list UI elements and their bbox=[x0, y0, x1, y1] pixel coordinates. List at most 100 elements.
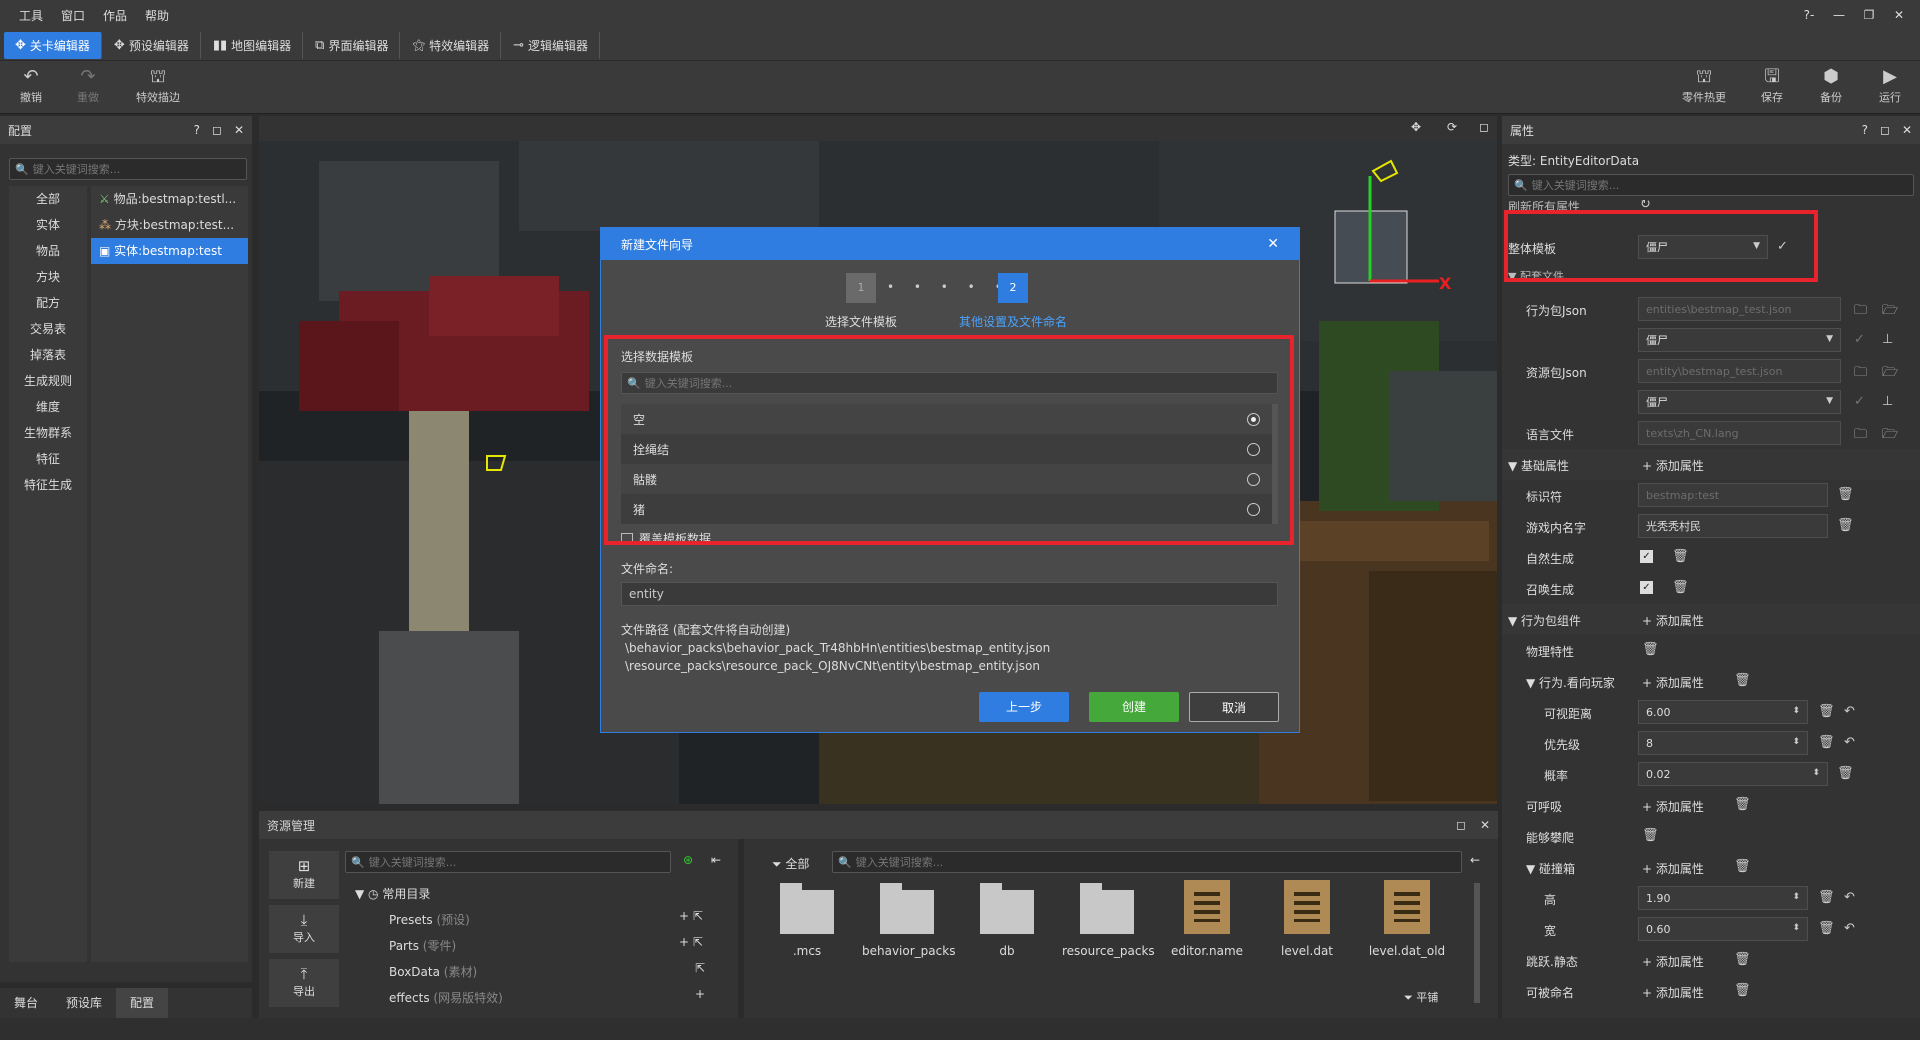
file-item[interactable]: editor.name bbox=[1162, 880, 1252, 958]
create-button[interactable]: 创建 bbox=[1089, 692, 1179, 722]
trash-icon[interactable]: 🗑 bbox=[1818, 704, 1835, 719]
close-icon[interactable]: ✕ bbox=[234, 123, 244, 137]
collapse-icon[interactable]: ⇤ bbox=[711, 853, 721, 867]
help-icon[interactable]: ? bbox=[1862, 123, 1868, 137]
folder-icon[interactable]: 🗀 bbox=[1854, 425, 1867, 447]
trash-icon[interactable]: 🗑 bbox=[1734, 952, 1751, 967]
rotate-icon[interactable]: ⟳ bbox=[1447, 120, 1457, 134]
width-input[interactable]: 0.60 ⬍ bbox=[1638, 917, 1808, 941]
locate-icon[interactable]: ⊛ bbox=[683, 853, 693, 867]
check-circle-icon[interactable]: ✓ bbox=[1854, 394, 1865, 409]
category-recipe[interactable]: 配方 bbox=[9, 290, 87, 316]
category-loot[interactable]: 掉落表 bbox=[9, 342, 87, 368]
resource-template-select[interactable]: 僵尸 ▼ bbox=[1638, 390, 1841, 414]
file-item[interactable]: resource_packs bbox=[1062, 883, 1155, 958]
category-trade[interactable]: 交易表 bbox=[9, 316, 87, 342]
category-spawn-rules[interactable]: 生成规则 bbox=[9, 368, 87, 394]
reset-icon[interactable]: ↶ bbox=[1844, 921, 1855, 936]
new-resource-button[interactable]: ⊞ 新建 bbox=[269, 851, 339, 899]
tab-preset-editor[interactable]: ✥ 预设编辑器 bbox=[103, 31, 201, 59]
reset-icon[interactable]: ↶ bbox=[1844, 704, 1855, 719]
backup-button[interactable]: ⬢ 备份 bbox=[1816, 65, 1846, 105]
redo-button[interactable]: ↷ 重做 bbox=[73, 65, 103, 105]
files-search-input[interactable]: 🔍 键入关键词搜索... bbox=[832, 851, 1462, 873]
float-icon[interactable]: ◻ bbox=[1456, 818, 1466, 832]
common-dir-node[interactable]: ▼ ◷ 常用目录 bbox=[355, 885, 430, 902]
folder-icon[interactable]: 🗀 bbox=[1854, 301, 1867, 323]
add-icon[interactable]: + ⇱ bbox=[679, 935, 703, 949]
trash-icon[interactable]: 🗑 bbox=[1642, 642, 1659, 657]
file-item[interactable]: level.dat_old bbox=[1362, 880, 1452, 958]
category-item[interactable]: 物品 bbox=[9, 238, 87, 264]
add-property-button[interactable]: + 添加属性 bbox=[1642, 612, 1704, 629]
save-button[interactable]: 🖫 保存 bbox=[1757, 65, 1787, 105]
tab-map-editor[interactable]: ▮▮ 地图编辑器 bbox=[202, 31, 304, 59]
add-icon[interactable]: + ⇱ bbox=[679, 909, 703, 923]
open-folder-icon[interactable]: 🗁 bbox=[1882, 425, 1898, 447]
config-search-input[interactable]: 🔍 键入关键词搜索... bbox=[9, 158, 247, 180]
priority-input[interactable]: 8 ⬍ bbox=[1638, 731, 1808, 755]
tree-item-effects[interactable]: effects (网易版特效) bbox=[389, 989, 503, 1006]
properties-search-input[interactable]: 🔍 键入关键词搜索... bbox=[1508, 174, 1914, 196]
trash-icon[interactable]: 🗑 bbox=[1837, 766, 1854, 781]
trash-icon[interactable]: 🗑 bbox=[1672, 549, 1689, 564]
filename-input[interactable]: entity bbox=[621, 582, 1278, 606]
trash-icon[interactable]: 🗑 bbox=[1734, 673, 1751, 688]
minimize-icon[interactable]: — bbox=[1824, 8, 1854, 22]
tab-logic-editor[interactable]: ⊸ 逻辑编辑器 bbox=[502, 31, 601, 59]
file-item[interactable]: level.dat bbox=[1262, 880, 1352, 958]
list-item[interactable]: ⚔ 物品:bestmap:testl... bbox=[91, 186, 248, 212]
close-icon[interactable]: ✕ bbox=[1902, 123, 1912, 137]
tab-preset-library[interactable]: 预设库 bbox=[52, 988, 116, 1018]
folder-icon[interactable]: 🗀 bbox=[1854, 363, 1867, 385]
check-circle-icon[interactable]: ✓ bbox=[1854, 332, 1865, 347]
help-icon[interactable]: ?- bbox=[1794, 8, 1824, 22]
category-all[interactable]: 全部 bbox=[9, 186, 87, 212]
category-feature[interactable]: 特征 bbox=[9, 446, 87, 472]
lang-file-path[interactable]: texts\zh_CN.lang bbox=[1638, 421, 1841, 445]
summon-spawn-checkbox[interactable]: ✓ bbox=[1640, 581, 1653, 594]
trash-icon[interactable]: 🗑 bbox=[1818, 921, 1835, 936]
menu-works[interactable]: 作品 bbox=[94, 7, 136, 24]
category-entity[interactable]: 实体 bbox=[9, 212, 87, 238]
behavior-template-select[interactable]: 僵尸 ▼ bbox=[1638, 328, 1841, 352]
reset-icon[interactable]: ↶ bbox=[1844, 890, 1855, 905]
behavior-json-path[interactable]: entities\bestmap_test.json bbox=[1638, 297, 1841, 321]
part-hot-update-button[interactable]: ⛫ 零件热更 bbox=[1676, 65, 1732, 105]
stepper-icon[interactable]: ⬍ bbox=[1792, 892, 1800, 902]
list-item[interactable]: ▣ 实体:bestmap:test bbox=[91, 238, 248, 264]
close-icon[interactable]: ✕ bbox=[1480, 818, 1490, 832]
tab-config[interactable]: 配置 bbox=[116, 988, 169, 1018]
ingame-name-input[interactable]: 光秃秃村民 bbox=[1638, 514, 1828, 538]
file-item[interactable]: db bbox=[962, 883, 1052, 958]
maximize-icon[interactable]: ◻ bbox=[1479, 120, 1489, 134]
tab-level-editor[interactable]: ✥ 关卡编辑器 bbox=[4, 31, 102, 59]
identifier-input[interactable]: bestmap:test bbox=[1638, 483, 1828, 507]
stamp-icon[interactable]: ⊥ bbox=[1882, 394, 1893, 409]
add-property-button[interactable]: + 添加属性 bbox=[1642, 798, 1704, 815]
open-folder-icon[interactable]: 🗁 bbox=[1882, 363, 1898, 385]
tree-item-boxdata[interactable]: BoxData (素材) bbox=[389, 963, 477, 980]
cancel-button[interactable]: 取消 bbox=[1189, 692, 1279, 722]
scrollbar[interactable] bbox=[1474, 883, 1480, 1003]
category-feature-gen[interactable]: 特征生成 bbox=[9, 472, 87, 498]
view-distance-input[interactable]: 6.00 ⬍ bbox=[1638, 700, 1808, 724]
open-folder-icon[interactable]: 🗁 bbox=[1882, 301, 1898, 323]
menu-window[interactable]: 窗口 bbox=[52, 7, 94, 24]
add-property-button[interactable]: + 添加属性 bbox=[1642, 860, 1704, 877]
natural-spawn-checkbox[interactable]: ✓ bbox=[1640, 550, 1653, 563]
import-button[interactable]: ⤓ 导入 bbox=[269, 905, 339, 953]
trash-icon[interactable]: 🗑 bbox=[1818, 890, 1835, 905]
resource-search-input[interactable]: 🔍 键入关键词搜索... bbox=[345, 851, 671, 873]
stepper-icon[interactable]: ⬍ bbox=[1792, 706, 1800, 716]
file-item[interactable]: behavior_packs bbox=[862, 883, 955, 958]
menu-tools[interactable]: 工具 bbox=[10, 7, 52, 24]
trash-icon[interactable]: 🗑 bbox=[1837, 518, 1854, 533]
effect-outline-button[interactable]: ⛫ 特效描边 bbox=[130, 65, 186, 105]
undo-button[interactable]: ↶ 撤销 bbox=[16, 65, 46, 105]
export-button[interactable]: ⤒ 导出 bbox=[269, 959, 339, 1007]
trash-icon[interactable]: 🗑 bbox=[1734, 797, 1751, 812]
add-property-button[interactable]: + 添加属性 bbox=[1642, 457, 1704, 474]
list-item[interactable]: ⁂ 方块:bestmap:test... bbox=[91, 212, 248, 238]
move-icon[interactable]: ✥ bbox=[1411, 120, 1421, 134]
